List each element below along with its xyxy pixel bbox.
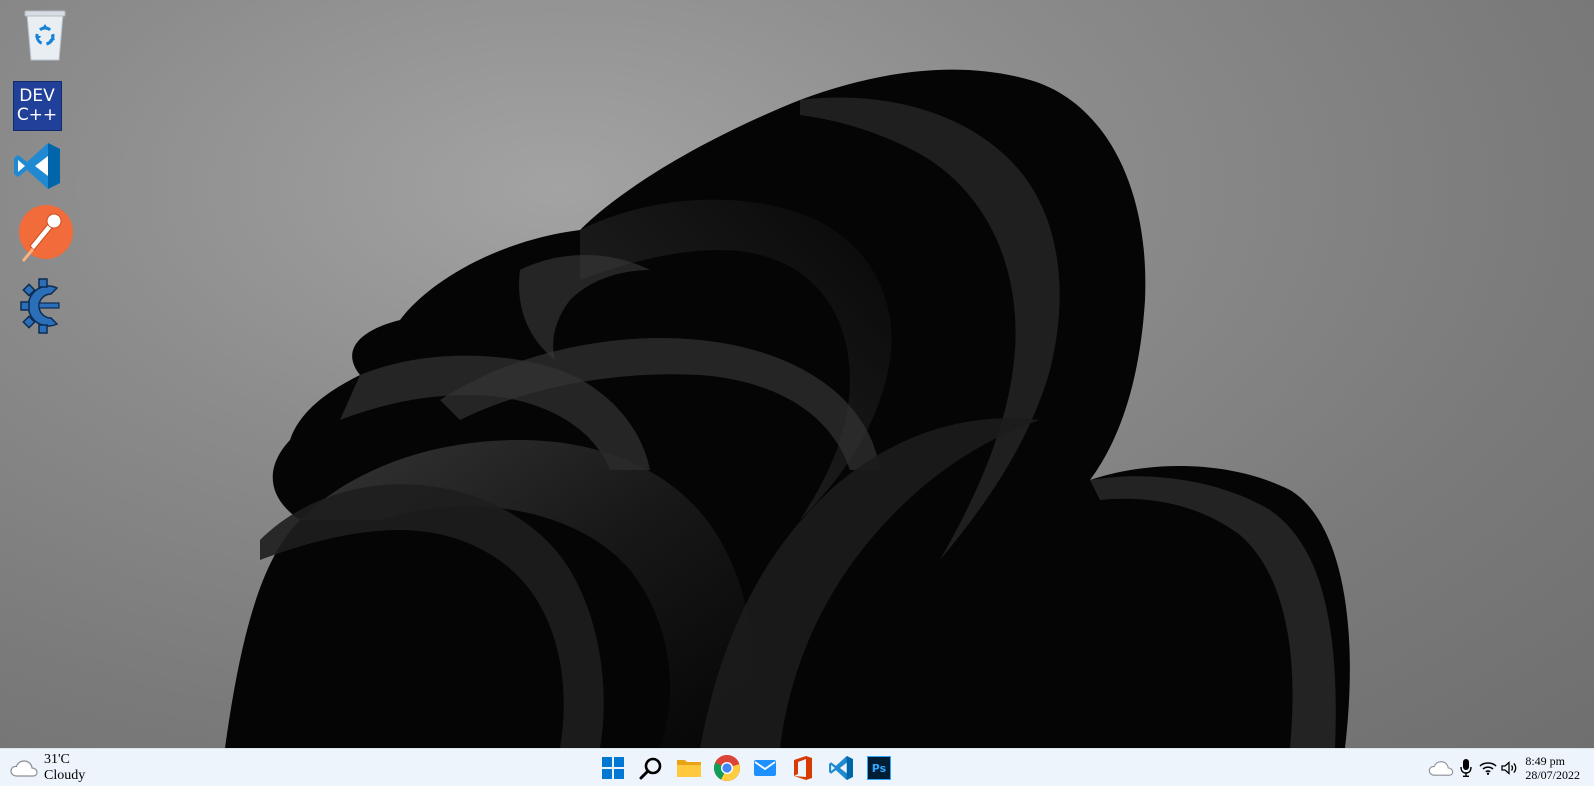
dev-cpp-icon: DEV C++ xyxy=(12,81,62,131)
clock-date: 28/07/2022 xyxy=(1525,768,1580,782)
photoshop-label: Ps xyxy=(871,761,887,775)
wallpaper xyxy=(225,69,1350,748)
postman-icon xyxy=(19,205,73,262)
weather-condition: Cloudy xyxy=(44,768,86,783)
tray-weather[interactable] xyxy=(1427,755,1455,781)
microphone-icon xyxy=(1460,759,1473,777)
vscode-icon xyxy=(14,143,60,189)
office-icon xyxy=(794,756,812,780)
wifi-icon xyxy=(1479,762,1497,775)
mail-icon xyxy=(754,760,776,776)
file-explorer-button[interactable] xyxy=(672,751,706,785)
office-button[interactable] xyxy=(786,751,820,785)
desktop[interactable]: DEV C++ xyxy=(0,0,1594,748)
folder-icon xyxy=(677,760,701,777)
search-button[interactable] xyxy=(634,751,668,785)
taskbar: 31'C Cloudy Ps 8:49 pm 28/07/2022 xyxy=(0,748,1594,786)
desktop-icon-recycle-bin[interactable] xyxy=(15,5,75,65)
dev-cpp-line1: DEV xyxy=(19,86,55,106)
desktop-icon-cheat-engine[interactable] xyxy=(13,276,73,336)
cheat-engine-icon xyxy=(20,278,60,334)
chrome-button[interactable] xyxy=(710,751,744,785)
vscode-icon xyxy=(829,756,853,780)
chrome-icon xyxy=(713,755,740,781)
desktop-icon-postman[interactable] xyxy=(15,203,75,263)
desktop-icon-vscode[interactable] xyxy=(7,136,67,196)
vscode-taskbar-button[interactable] xyxy=(824,751,858,785)
photoshop-button[interactable]: Ps xyxy=(862,751,896,785)
weather-widget[interactable]: 31'C Cloudy xyxy=(10,751,85,785)
clock-time: 8:49 pm xyxy=(1525,754,1565,768)
dev-cpp-line2: C++ xyxy=(16,105,58,125)
tray-microphone[interactable] xyxy=(1455,755,1477,781)
tray-volume[interactable] xyxy=(1499,755,1521,781)
clock[interactable]: 8:49 pm 28/07/2022 xyxy=(1525,754,1580,782)
windows-start-icon xyxy=(602,757,624,779)
speaker-icon xyxy=(1501,761,1517,775)
system-tray: 8:49 pm 28/07/2022 xyxy=(1427,751,1580,785)
desktop-icon-dev-cpp[interactable]: DEV C++ xyxy=(7,76,67,136)
recycle-bin-icon xyxy=(24,10,66,61)
mail-button[interactable] xyxy=(748,751,782,785)
photoshop-icon: Ps xyxy=(867,756,891,780)
weather-temperature: 31'C xyxy=(44,752,70,767)
search-icon xyxy=(639,757,662,780)
start-button[interactable] xyxy=(596,751,630,785)
taskbar-apps: Ps xyxy=(596,751,900,785)
cloud-icon xyxy=(10,760,38,777)
cloud-icon xyxy=(1429,761,1454,776)
tray-wifi[interactable] xyxy=(1477,755,1499,781)
